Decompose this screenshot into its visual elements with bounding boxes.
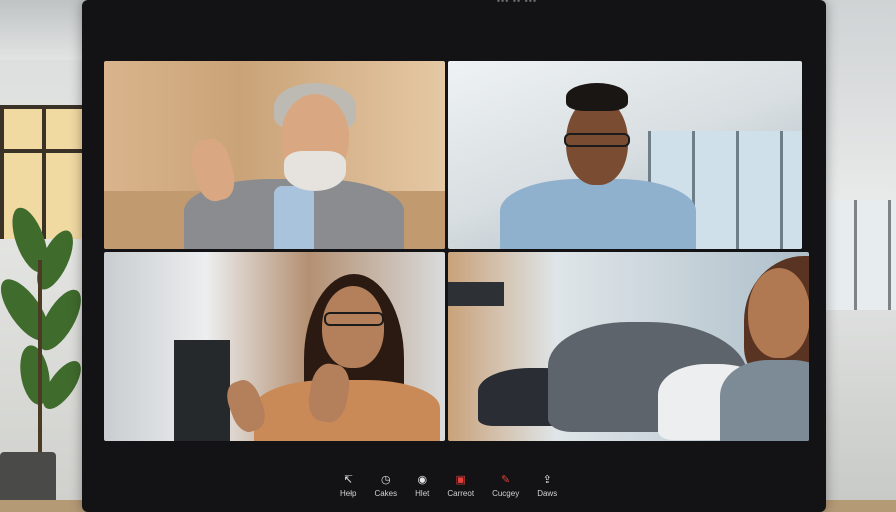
toolbar-cucgey-button[interactable]: ✎ Cucgey	[492, 474, 519, 498]
toolbar-label: Hełp	[340, 489, 357, 498]
toolbar-daws-button[interactable]: ⇪ Daws	[537, 474, 557, 498]
toolbar-carreot-button[interactable]: ▣ Carreot	[447, 474, 474, 498]
edit-icon: ✎	[501, 474, 511, 486]
toolbar-help-button[interactable]: ↸ Hełp	[340, 474, 356, 498]
target-icon: ◉	[417, 474, 428, 486]
dark-panel	[174, 340, 230, 441]
upload-icon: ⇪	[542, 474, 552, 486]
participant-2-glasses	[564, 133, 630, 147]
meeting-toolbar: ↸ Hełp ◷ Cakes ◉ Hlet ▣ Carreot ✎ Cucgey…	[340, 474, 557, 498]
record-icon: ▣	[455, 474, 466, 486]
video-tile-participant-4[interactable]	[448, 252, 809, 441]
participant-1-shirt	[274, 186, 314, 249]
participant-2-hair	[566, 83, 628, 111]
toolbar-cakes-button[interactable]: ◷ Cakes	[374, 474, 397, 498]
share-icon: ↸	[343, 474, 353, 486]
monitor-top-label: ••• •• •••	[496, 0, 538, 6]
toolbar-label: Cakes	[374, 489, 398, 498]
wall-screen	[448, 282, 504, 306]
office-window-right	[820, 200, 896, 310]
participant-4-body	[720, 360, 809, 441]
participant-1-beard	[284, 151, 346, 191]
plant-pot	[0, 452, 56, 504]
participant-3-glasses	[324, 312, 384, 326]
video-tile-participant-1[interactable]	[104, 61, 445, 249]
video-tile-participant-3[interactable]	[104, 252, 445, 441]
potted-plant	[0, 207, 81, 460]
toolbar-label: Hlet	[415, 489, 430, 498]
toolbar-label: Cucgey	[492, 489, 520, 498]
participant-4-face	[748, 268, 809, 358]
clock-icon: ◷	[380, 474, 391, 486]
toolbar-label: Carreot	[447, 489, 475, 498]
video-tile-participant-2[interactable]	[448, 61, 802, 249]
participant-3-face	[322, 286, 384, 368]
toolbar-hlet-button[interactable]: ◉ Hlet	[415, 474, 429, 498]
participant-2-body	[500, 179, 696, 249]
toolbar-label: Daws	[537, 489, 558, 498]
